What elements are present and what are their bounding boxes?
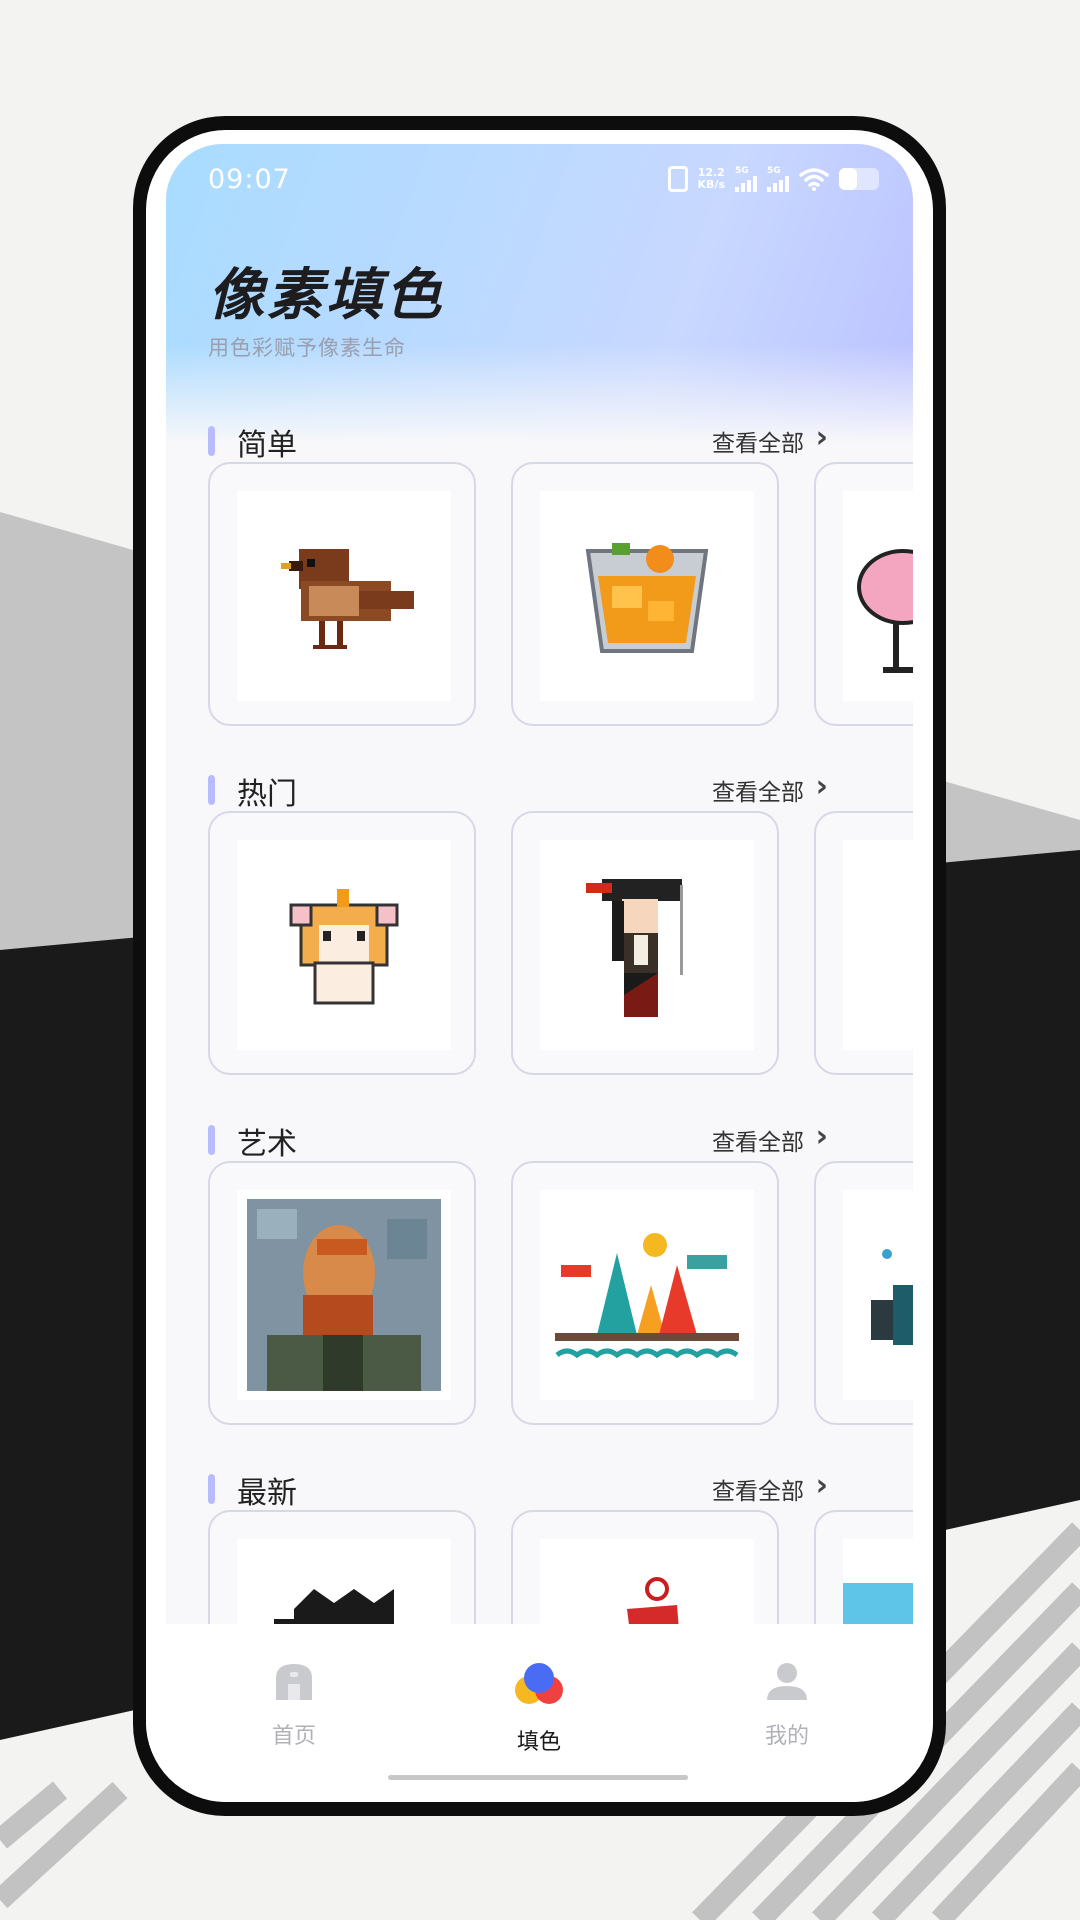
tab-home-label: 首页 — [271, 1724, 316, 1749]
artwork-card-sea[interactable] — [814, 1510, 913, 1624]
vibrate-icon — [667, 166, 688, 192]
cat-artwork — [871, 1249, 913, 1345]
status-icons: 12.2 KB/s 5G 5G — [667, 165, 879, 192]
section-title: 热门 — [237, 777, 297, 812]
chevron-right-icon[interactable]: › — [816, 420, 828, 455]
portrait-artwork — [247, 1199, 441, 1391]
artwork-card-hamster[interactable] — [208, 811, 476, 1075]
sea-artwork — [843, 1583, 913, 1624]
signal-2-label: 5G — [767, 165, 781, 176]
tab-profile-label: 我的 — [764, 1724, 809, 1749]
view-all-link[interactable]: 查看全部 — [712, 424, 804, 458]
hamster-artwork — [289, 889, 399, 1005]
view-all-link[interactable]: 查看全部 — [712, 1123, 804, 1157]
stocking-artwork — [627, 1577, 679, 1624]
signal-2-icon: 5G — [767, 165, 789, 192]
chevron-right-icon[interactable]: › — [816, 1468, 828, 1503]
artwork-card-partial[interactable] — [814, 811, 913, 1075]
pirate-artwork — [586, 879, 683, 1017]
chevron-right-icon[interactable]: › — [816, 769, 828, 804]
battery-icon — [839, 168, 879, 190]
chevron-right-icon[interactable]: › — [816, 1119, 828, 1154]
section-header-popular: 热门 查看全部 › — [208, 769, 888, 812]
tab-color-fill[interactable]: 填色 — [479, 1660, 599, 1756]
artwork-card-landscape[interactable] — [511, 1161, 779, 1425]
tab-home[interactable]: 首页 — [234, 1660, 354, 1750]
app-content: 09:07 12.2 KB/s 5G 5G 像素填色 用色彩赋予像素生命 简单 … — [166, 144, 913, 1624]
artwork-card-drink[interactable] — [511, 462, 779, 726]
section-accent-bar — [208, 426, 215, 456]
tab-profile[interactable]: 我的 — [727, 1660, 847, 1750]
network-speed: 12.2 KB/s — [698, 167, 725, 191]
bird-artwork — [281, 549, 414, 649]
artwork-card-stocking[interactable] — [511, 1510, 779, 1624]
signal-1-icon: 5G — [735, 165, 757, 192]
artwork-card-portrait[interactable] — [208, 1161, 476, 1425]
section-accent-bar — [208, 1125, 215, 1155]
phone-screen: 09:07 12.2 KB/s 5G 5G 像素填色 用色彩赋予像素生命 简单 … — [146, 130, 933, 1802]
view-all-link[interactable]: 查看全部 — [712, 773, 804, 807]
landscape-artwork — [555, 1233, 739, 1359]
flamingo-artwork — [857, 549, 913, 673]
page-subtitle: 用色彩赋予像素生命 — [208, 336, 406, 360]
page-title: 像素填色 — [208, 263, 444, 328]
section-header-latest: 最新 查看全部 › — [208, 1468, 888, 1511]
home-indicator — [388, 1775, 688, 1780]
section-title: 艺术 — [237, 1127, 297, 1162]
artwork-card-cat[interactable] — [814, 1161, 913, 1425]
profile-icon — [767, 1663, 807, 1700]
artwork-card-pirate[interactable] — [511, 811, 779, 1075]
wifi-icon — [799, 168, 829, 191]
drink-artwork — [585, 543, 709, 653]
signal-1-label: 5G — [735, 165, 749, 176]
home-icon — [276, 1664, 312, 1700]
tab-color-fill-label: 填色 — [516, 1730, 561, 1755]
section-title: 简单 — [237, 428, 297, 463]
artwork-card-bird[interactable] — [208, 462, 476, 726]
color-fill-icon — [515, 1663, 563, 1704]
artwork-card-flamingo[interactable] — [814, 462, 913, 726]
viking-artwork — [274, 1589, 394, 1624]
section-header-simple: 简单 查看全部 › — [208, 420, 888, 463]
artwork-card-viking[interactable] — [208, 1510, 476, 1624]
status-time: 09:07 — [208, 164, 291, 195]
network-speed-unit: KB/s — [697, 178, 725, 191]
section-accent-bar — [208, 1474, 215, 1504]
view-all-link[interactable]: 查看全部 — [712, 1472, 804, 1506]
section-accent-bar — [208, 775, 215, 805]
section-title: 最新 — [237, 1476, 297, 1511]
section-header-art: 艺术 查看全部 › — [208, 1119, 888, 1162]
